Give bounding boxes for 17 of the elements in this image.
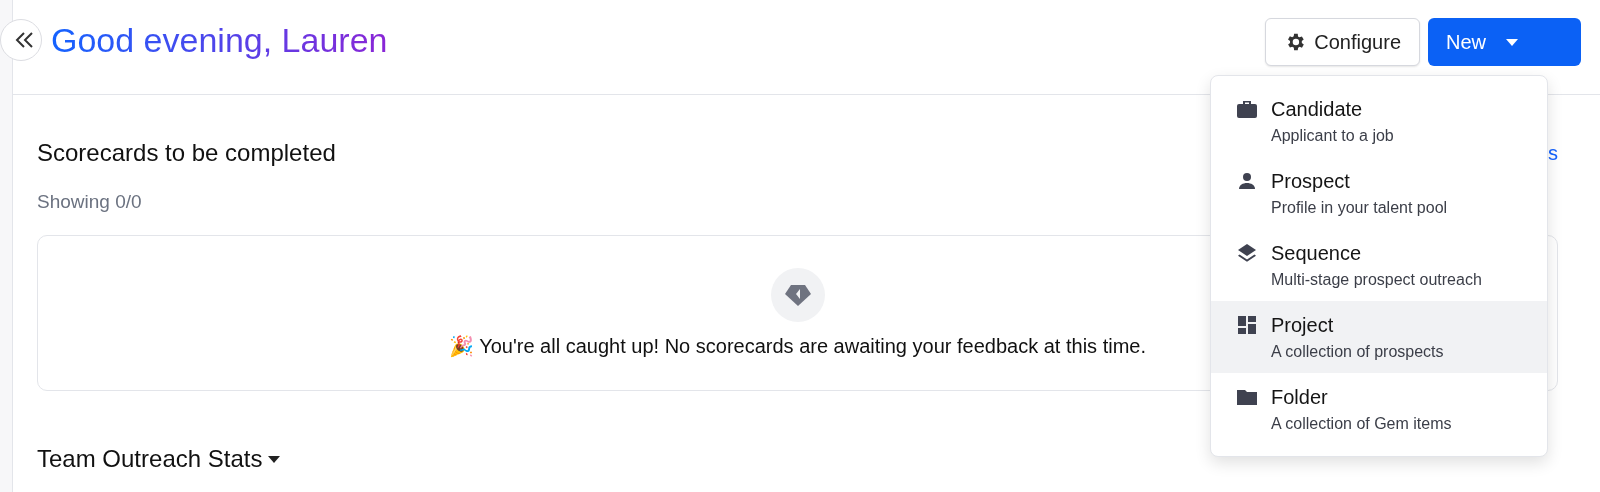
menu-item[interactable]: Project A collection of prospects <box>1211 301 1547 373</box>
dashboard-icon <box>1235 313 1259 337</box>
caret-icon <box>1506 38 1518 46</box>
showing-count: Showing 0/0 <box>37 191 142 213</box>
view-link[interactable]: s <box>1548 141 1558 165</box>
empty-message: 🎉 You're all caught up! No scorecards are awaiting your feedback at this time. <box>449 334 1146 358</box>
menu-item[interactable]: Prospect Profile in your talent pool <box>1211 157 1547 229</box>
new-button[interactable]: New <box>1428 18 1581 66</box>
configure-button[interactable]: Configure <box>1265 18 1420 66</box>
team-outreach-dropdown[interactable]: Team Outreach Stats <box>37 445 1558 473</box>
menu-item[interactable]: Candidate Applicant to a job <box>1211 85 1547 157</box>
double-chevron-icon <box>15 31 35 49</box>
collapse-button[interactable] <box>0 19 42 61</box>
menu-item[interactable]: Folder A collection of Gem items <box>1211 373 1547 445</box>
menu-item[interactable]: Sequence Multi-stage prospect outreach <box>1211 229 1547 301</box>
caret-icon <box>268 455 281 463</box>
section-title: Scorecards to be completed <box>37 139 336 167</box>
